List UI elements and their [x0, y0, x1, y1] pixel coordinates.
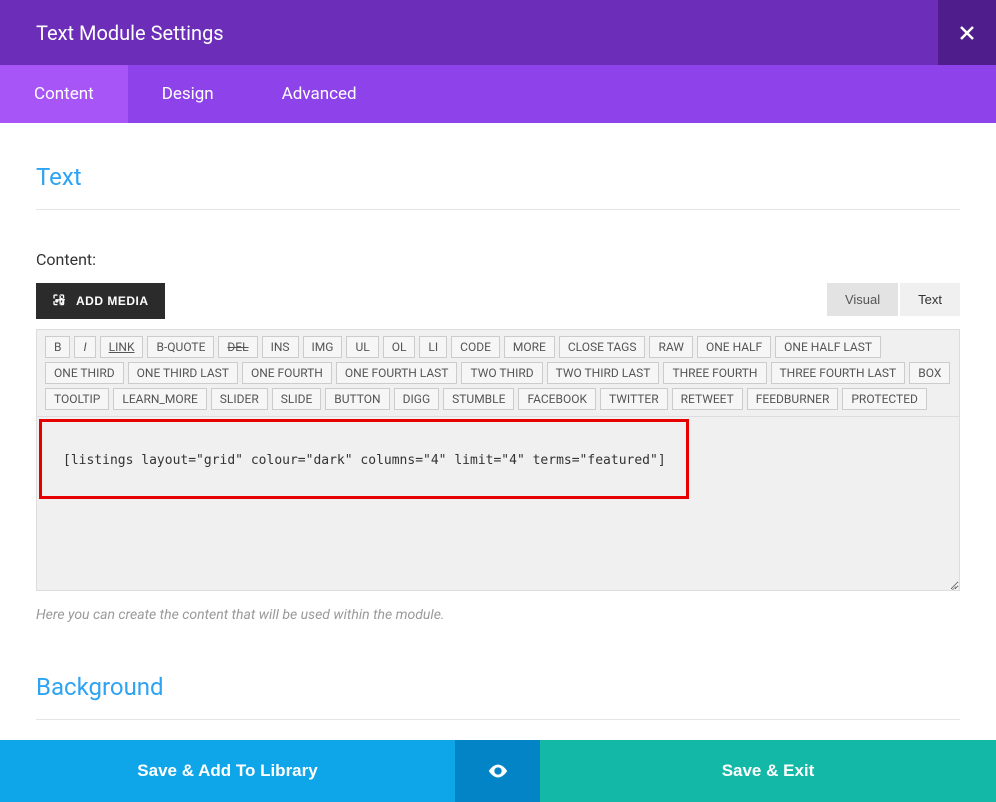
quicktag-one-fourth[interactable]: ONE FOURTH: [242, 362, 332, 384]
quicktag-facebook[interactable]: FACEBOOK: [518, 388, 596, 410]
quicktag-b[interactable]: B: [45, 336, 70, 358]
tab-design[interactable]: Design: [128, 65, 248, 123]
quicktag-digg[interactable]: DIGG: [394, 388, 440, 410]
quicktag-ol[interactable]: OL: [383, 336, 416, 358]
quicktag-more[interactable]: MORE: [504, 336, 555, 358]
quicktags-toolbar: BILINKB-QUOTEDELINSIMGULOLLICODEMORECLOS…: [36, 329, 960, 416]
tab-content[interactable]: Content: [0, 65, 128, 123]
quicktag-retweet[interactable]: RETWEET: [672, 388, 743, 410]
quicktag-two-third[interactable]: TWO THIRD: [461, 362, 542, 384]
quicktag-ul[interactable]: UL: [346, 336, 378, 358]
section-heading-text: Text: [36, 163, 960, 210]
eye-icon: [487, 760, 509, 782]
add-media-label: ADD MEDIA: [76, 294, 149, 308]
media-icon: [52, 293, 68, 309]
footer-actions: Save & Add To Library Save & Exit: [0, 740, 996, 802]
content-field-label: Content:: [36, 250, 960, 269]
tab-advanced[interactable]: Advanced: [248, 65, 391, 123]
quicktag-feedburner[interactable]: FEEDBURNER: [747, 388, 839, 410]
quicktag-one-third-last[interactable]: ONE THIRD LAST: [128, 362, 238, 384]
quicktag-tooltip[interactable]: TOOLTIP: [45, 388, 109, 410]
quicktag-slider[interactable]: SLIDER: [211, 388, 268, 410]
editor-header-row: ADD MEDIA Visual Text: [36, 283, 960, 329]
quicktag-three-fourth[interactable]: THREE FOURTH: [663, 362, 766, 384]
editor-content: [listings layout="grid" colour="dark" co…: [63, 453, 945, 468]
content-scroll-area[interactable]: Text Content: ADD MEDIA Visual Text BILI…: [0, 123, 996, 740]
save-add-library-button[interactable]: Save & Add To Library: [0, 740, 455, 802]
quicktag-box[interactable]: BOX: [909, 362, 950, 384]
quicktag-twitter[interactable]: TWITTER: [600, 388, 668, 410]
quicktag-one-fourth-last[interactable]: ONE FOURTH LAST: [336, 362, 458, 384]
save-exit-button[interactable]: Save & Exit: [540, 740, 996, 802]
quicktag-three-fourth-last[interactable]: THREE FOURTH LAST: [771, 362, 906, 384]
section-heading-background: Background: [36, 673, 960, 720]
quicktag-i[interactable]: I: [74, 336, 95, 358]
editor-tab-visual[interactable]: Visual: [827, 283, 898, 316]
quicktag-learn-more[interactable]: LEARN_MORE: [113, 388, 206, 410]
close-button[interactable]: [938, 0, 996, 65]
quicktag-close-tags[interactable]: CLOSE TAGS: [559, 336, 646, 358]
quicktag-ins[interactable]: INS: [262, 336, 299, 358]
close-icon: [959, 25, 975, 41]
quicktag-button[interactable]: BUTTON: [325, 388, 389, 410]
add-media-button[interactable]: ADD MEDIA: [36, 283, 165, 319]
quicktag-img[interactable]: IMG: [303, 336, 343, 358]
preview-button[interactable]: [455, 740, 540, 802]
quicktag-raw[interactable]: RAW: [649, 336, 692, 358]
modal-header: Text Module Settings: [0, 0, 996, 65]
quicktag-li[interactable]: LI: [419, 336, 447, 358]
quicktag-b-quote[interactable]: B-QUOTE: [147, 336, 214, 358]
editor-textarea[interactable]: [listings layout="grid" colour="dark" co…: [36, 416, 960, 591]
quicktag-link[interactable]: LINK: [100, 336, 144, 358]
modal-title: Text Module Settings: [36, 21, 224, 45]
quicktag-del[interactable]: DEL: [218, 336, 257, 358]
quicktag-one-half[interactable]: ONE HALF: [697, 336, 771, 358]
quicktag-one-half-last[interactable]: ONE HALF LAST: [775, 336, 881, 358]
main-tabs: Content Design Advanced: [0, 65, 996, 123]
quicktag-protected[interactable]: PROTECTED: [842, 388, 927, 410]
resize-handle-icon[interactable]: [945, 576, 957, 588]
quicktag-slide[interactable]: SLIDE: [272, 388, 322, 410]
editor-tab-text[interactable]: Text: [900, 283, 960, 316]
quicktag-one-third[interactable]: ONE THIRD: [45, 362, 124, 384]
quicktag-stumble[interactable]: STUMBLE: [443, 388, 514, 410]
quicktag-code[interactable]: CODE: [451, 336, 500, 358]
editor-mode-tabs: Visual Text: [827, 283, 960, 316]
quicktag-two-third-last[interactable]: TWO THIRD LAST: [547, 362, 660, 384]
content-help-text: Here you can create the content that wil…: [36, 607, 960, 623]
